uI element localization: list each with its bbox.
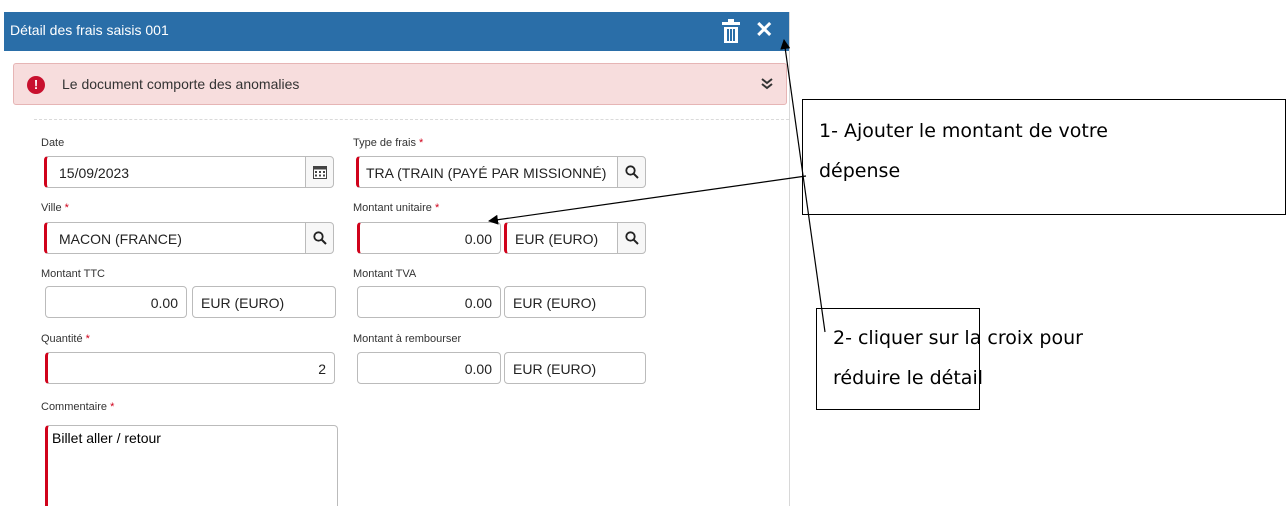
- annotation-arrows: [488, 39, 826, 333]
- arrow-to-close-button: [780, 39, 826, 333]
- arrow-to-montant-unitaire: [488, 175, 807, 225]
